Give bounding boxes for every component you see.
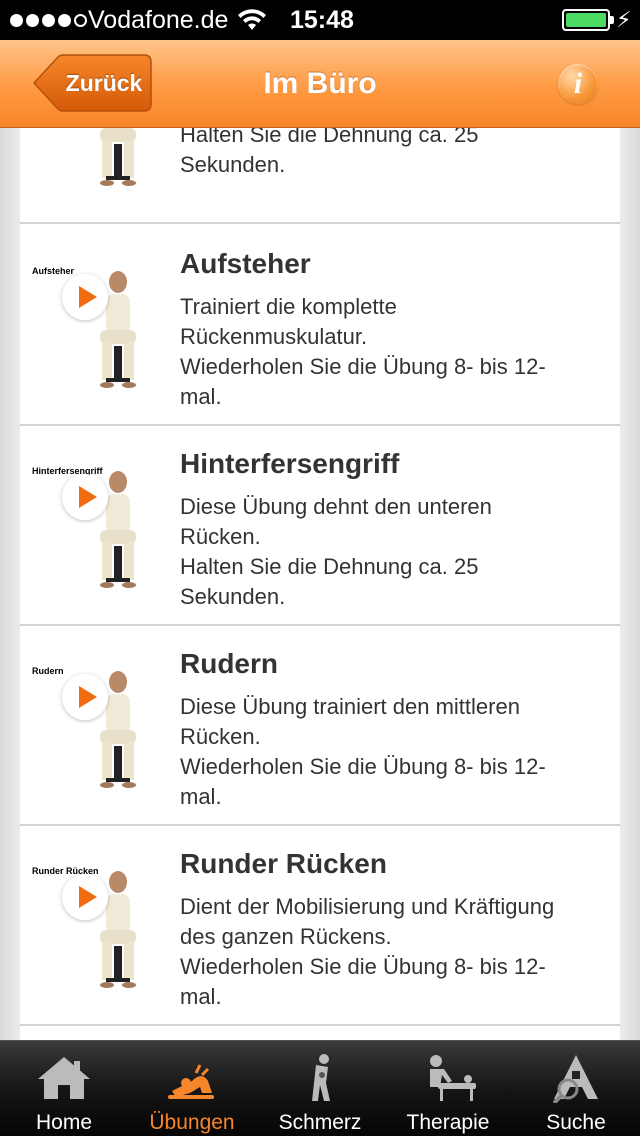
back-button[interactable]: Zurück (32, 54, 152, 112)
exercise-title: Rudern (180, 648, 278, 679)
exercise-thumbnail[interactable]: Runder Rücken (28, 856, 158, 996)
tab-label: Schmerz (278, 1111, 362, 1134)
exercise-title: Hinterfersengriff (180, 448, 400, 479)
play-icon[interactable] (62, 274, 108, 320)
tab-therapy[interactable]: Therapie (384, 1041, 512, 1136)
person-figure-icon (100, 128, 136, 186)
tab-label: Therapie (406, 1111, 490, 1134)
exercise-thumbnail[interactable]: Rudern (28, 656, 158, 796)
list-item[interactable]: dehnt ihn dabei.Halten Sie die Dehnung c… (20, 128, 620, 224)
list-item[interactable]: Runder Rücken Runder Rücken Dient der Mo… (20, 826, 620, 1026)
clock: 15:48 (290, 6, 354, 34)
tab-bar: Home Übungen Schmerz Therapie Suche (0, 1040, 640, 1136)
exercise-description: Dient der Mobilisierung und Kräftigung de… (180, 894, 555, 1009)
exercise-title: Aufsteher (180, 248, 311, 279)
house-icon (38, 1057, 90, 1099)
signal-strength-icon (10, 0, 87, 40)
exercise-description: Trainiert die komplette Rückenmuskulatur.… (180, 294, 546, 409)
exercise-description: Diese Übung dehnt den unteren Rücken. Halt… (180, 494, 492, 609)
tab-label: Übungen (149, 1111, 235, 1134)
battery-nub (610, 16, 614, 24)
exercise-list[interactable]: dehnt ihn dabei.Halten Sie die Dehnung c… (20, 128, 620, 1040)
navigation-bar: Zurück Im Büro i (0, 40, 640, 128)
wifi-icon (238, 9, 266, 30)
list-item[interactable]: Hinterfersengriff Hinterfersengriff Dies… (20, 426, 620, 626)
pain-icon (312, 1054, 330, 1101)
info-button[interactable]: i (558, 64, 598, 104)
page-title: Im Büro (263, 67, 377, 100)
exercise-icon (168, 1064, 214, 1099)
tab-exercises[interactable]: Übungen (128, 1041, 256, 1136)
tab-home[interactable]: Home (0, 1041, 128, 1136)
exercise-thumbnail[interactable]: Hinterfersengriff (28, 456, 158, 596)
play-icon[interactable] (62, 674, 108, 720)
exercise-thumbnail[interactable]: Aufsteher (28, 256, 158, 396)
play-icon[interactable] (62, 874, 108, 920)
exercise-thumbnail[interactable] (28, 128, 158, 194)
list-item[interactable]: Rudern Rudern Diese Übung trainiert den … (20, 626, 620, 826)
play-icon[interactable] (62, 474, 108, 520)
list-item[interactable]: Aufsteher Aufsteher Trainiert die komple… (20, 226, 620, 426)
tab-search[interactable]: Suche (512, 1041, 640, 1136)
exercise-description: Diese Übung trainiert den mittleren Rücke… (180, 694, 546, 809)
pharmacy-search-icon (552, 1055, 598, 1103)
charging-icon: ⚡ (616, 7, 632, 32)
tab-label: Suche (546, 1111, 606, 1134)
tab-label: Home (35, 1111, 93, 1134)
exercise-title: Runder Rücken (180, 848, 387, 879)
thumbnail-label: Rudern (32, 666, 64, 676)
battery-icon (562, 9, 610, 31)
thumbnail-label: Aufsteher (32, 266, 75, 276)
carrier-name: Vodafone.de (88, 6, 229, 34)
therapy-icon (430, 1055, 476, 1101)
exercise-description: dehnt ihn dabei.Halten Sie die Dehnung c… (180, 128, 479, 177)
tab-pain[interactable]: Schmerz (256, 1041, 384, 1136)
back-button-label: Zurück (65, 70, 143, 96)
status-bar: Vodafone.de 15:48 ⚡ (0, 0, 640, 40)
